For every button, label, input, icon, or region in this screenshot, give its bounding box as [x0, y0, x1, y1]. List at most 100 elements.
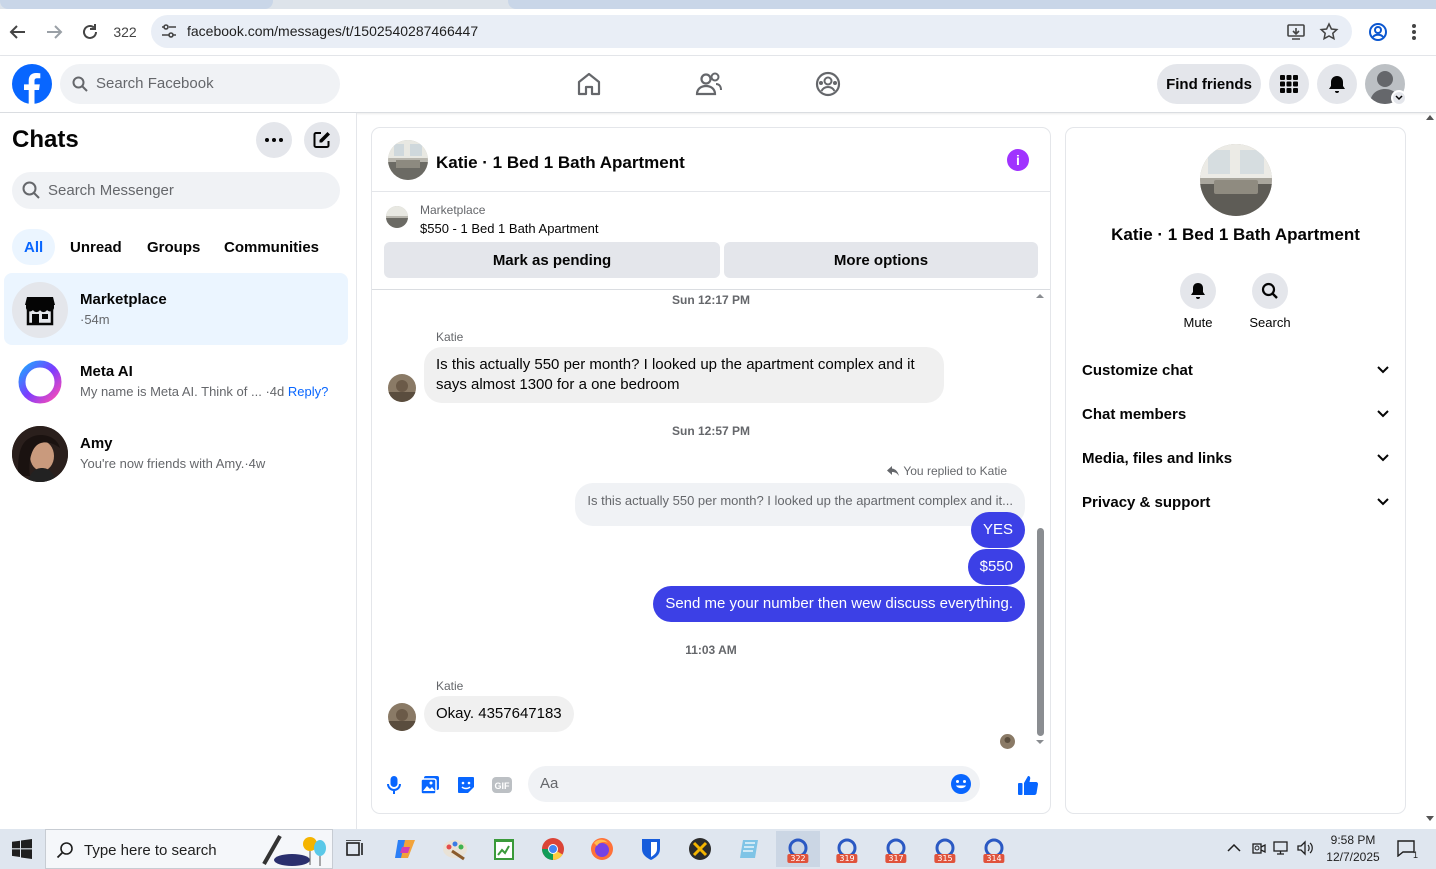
taskbar-app-firefox[interactable] — [580, 831, 624, 867]
emoji-icon[interactable] — [950, 773, 972, 795]
section-label: Customize chat — [1082, 361, 1193, 379]
mute-button[interactable] — [1180, 273, 1216, 309]
filter-communities[interactable]: Communities — [212, 229, 331, 265]
media-files-links-section[interactable]: Media, files and links — [1082, 438, 1389, 478]
action-center-button[interactable]: 1 — [1394, 838, 1418, 860]
tray-volume[interactable] — [1295, 838, 1315, 858]
taskbar-app-window-315[interactable]: 315 — [923, 831, 967, 867]
reply-indicator: You replied to Katie — [887, 464, 1007, 478]
chat-item-meta-ai[interactable]: Meta AI My name is Meta AI. Think of ...… — [4, 345, 348, 417]
taskbar-app-chrome[interactable] — [531, 831, 575, 867]
taskbar-app-paint[interactable] — [433, 831, 477, 867]
listing-avatar[interactable] — [388, 140, 428, 180]
apartment-photo-icon — [388, 140, 428, 180]
filter-all[interactable]: All — [12, 229, 56, 265]
privacy-support-section[interactable]: Privacy & support — [1082, 482, 1389, 522]
back-button[interactable] — [0, 14, 36, 50]
tray-network[interactable] — [1272, 838, 1292, 858]
taskbar-search-input[interactable]: Type here to search — [45, 829, 333, 869]
gif-button[interactable]: GIF — [489, 772, 515, 798]
scroll-down-icon[interactable] — [1426, 816, 1434, 822]
facebook-logo[interactable] — [12, 64, 52, 104]
timestamp: 11:03 AM — [685, 643, 737, 657]
menu-button[interactable] — [1269, 64, 1309, 104]
chat-item-amy[interactable]: Amy You're now friends with Amy.·4w — [4, 417, 348, 489]
messenger-search-input[interactable]: Search Messenger — [12, 172, 340, 209]
listing-thumbnail[interactable] — [386, 206, 408, 228]
incoming-message[interactable]: Is this actually 550 per month? I looked… — [424, 347, 944, 403]
site-settings-icon[interactable] — [161, 23, 177, 39]
like-button[interactable] — [1015, 772, 1041, 798]
listing-title[interactable]: $550 - 1 Bed 1 Bath Apartment — [420, 221, 599, 236]
browser-tab[interactable] — [508, 0, 1436, 9]
notepad-icon — [494, 839, 514, 860]
marketplace-label: Marketplace — [420, 203, 486, 217]
outgoing-message[interactable]: YES — [970, 512, 1025, 548]
bell-icon — [1191, 283, 1205, 299]
taskbar-clock[interactable]: 9:58 PM 12/7/2025 — [1322, 832, 1384, 866]
chat-members-section[interactable]: Chat members — [1082, 394, 1389, 434]
tray-meet-now[interactable] — [1249, 838, 1269, 858]
search-highlight-icon — [262, 835, 326, 866]
page-scrollbar[interactable] — [1424, 113, 1436, 829]
new-message-button[interactable] — [304, 122, 340, 158]
nav-groups[interactable] — [810, 66, 846, 102]
nav-home[interactable] — [571, 66, 607, 102]
nav-friends[interactable] — [691, 66, 727, 102]
customize-chat-section[interactable]: Customize chat — [1082, 350, 1389, 390]
show-hidden-icons[interactable] — [1224, 838, 1244, 858]
browser-menu-button[interactable] — [1396, 14, 1432, 50]
voice-clip-button[interactable] — [381, 772, 407, 798]
listing-avatar-large[interactable] — [1200, 144, 1272, 216]
install-app-icon[interactable] — [1286, 22, 1306, 42]
quoted-message[interactable]: Is this actually 550 per month? I looked… — [575, 483, 1025, 526]
mark-as-pending-button[interactable]: Mark as pending — [384, 242, 720, 278]
tab-count[interactable]: 322 — [108, 14, 142, 50]
reply-link[interactable]: Reply? — [288, 384, 328, 399]
attach-media-button[interactable] — [417, 772, 443, 798]
scroll-up-icon[interactable] — [1036, 292, 1044, 300]
taskbar-app-bitwarden[interactable] — [629, 831, 673, 867]
katie-avatar[interactable] — [388, 374, 416, 402]
outgoing-message[interactable]: Send me your number then wew discuss eve… — [653, 586, 1025, 622]
scroll-down-icon[interactable] — [1036, 738, 1044, 746]
filter-unread[interactable]: Unread — [58, 229, 134, 265]
chat-item-marketplace[interactable]: Marketplace ·54m — [4, 273, 348, 345]
taskbar-app-xbox[interactable] — [678, 831, 722, 867]
forward-button[interactable] — [36, 14, 72, 50]
chats-heading: Chats — [12, 126, 79, 153]
taskbar-app-notes[interactable] — [482, 831, 526, 867]
taskbar-app-copilot[interactable] — [383, 831, 427, 867]
bookmark-star-icon[interactable] — [1319, 22, 1339, 42]
message-input[interactable]: Aa — [528, 766, 980, 802]
facebook-search-input[interactable]: Search Facebook — [60, 64, 340, 104]
katie-avatar[interactable] — [388, 703, 416, 731]
reload-button[interactable] — [72, 14, 108, 50]
incoming-message[interactable]: Okay. 4357647183 — [424, 696, 574, 732]
filter-groups[interactable]: Groups — [135, 229, 212, 265]
more-options-button[interactable]: More options — [724, 242, 1038, 278]
mute-action[interactable]: Mute — [1168, 273, 1228, 330]
taskbar-app-window-322[interactable]: 322 — [776, 831, 820, 867]
taskbar-app-window-314[interactable]: 314 — [972, 831, 1016, 867]
scroll-up-icon[interactable] — [1426, 114, 1434, 120]
address-bar[interactable]: facebook.com/messages/t/1502540287466447 — [151, 15, 1352, 48]
account-caret[interactable] — [1391, 90, 1407, 106]
task-view-button[interactable] — [333, 831, 377, 867]
find-friends-button[interactable]: Find friends — [1157, 64, 1261, 104]
browser-tab[interactable] — [0, 0, 273, 9]
taskbar-app-store[interactable] — [727, 831, 771, 867]
search-action[interactable]: Search — [1240, 273, 1300, 330]
notifications-button[interactable] — [1317, 64, 1357, 104]
chat-options-button[interactable] — [256, 122, 292, 158]
taskbar-app-window-319[interactable]: 319 — [825, 831, 869, 867]
start-button[interactable] — [0, 831, 44, 867]
outgoing-message[interactable]: $550 — [967, 549, 1025, 585]
search-in-chat-button[interactable] — [1252, 273, 1288, 309]
conversation-info-button[interactable]: i — [1007, 149, 1029, 171]
marketplace-avatar — [12, 282, 68, 338]
taskbar-app-window-317[interactable]: 317 — [874, 831, 918, 867]
profile-button[interactable] — [1360, 14, 1396, 50]
sticker-button[interactable] — [453, 772, 479, 798]
scroll-thumb[interactable] — [1037, 528, 1044, 736]
